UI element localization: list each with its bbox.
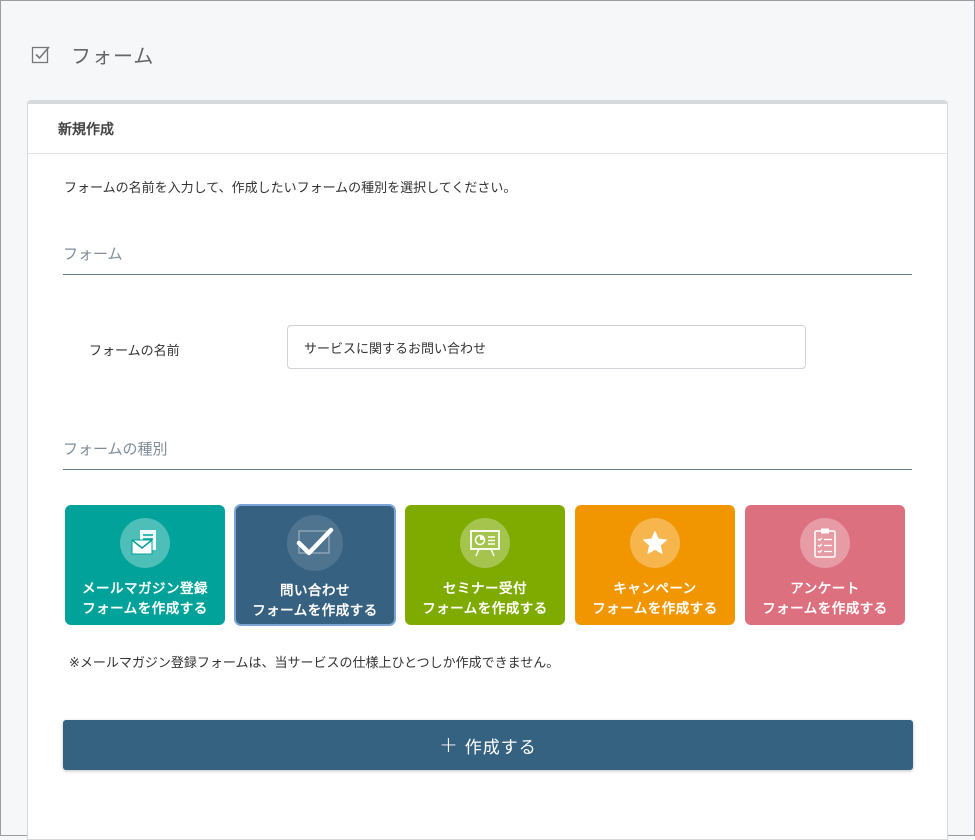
instruction-text: フォームの名前を入力して、作成したいフォームの種別を選択してください。 bbox=[64, 181, 517, 196]
form-type-campaign-button[interactable]: キャンペーン フォームを作成する bbox=[575, 505, 735, 625]
new-form-card: 新規作成 フォームの名前を入力して、作成したいフォームの種別を選択してください。… bbox=[27, 100, 948, 840]
form-type-label: セミナー受付 bbox=[442, 581, 527, 597]
form-type-sublabel: フォームを作成する bbox=[82, 601, 208, 617]
presentation-board-icon bbox=[470, 530, 500, 557]
plus-icon: + bbox=[439, 732, 459, 758]
form-name-input[interactable] bbox=[287, 325, 806, 369]
form-type-sublabel: フォームを作成する bbox=[252, 603, 378, 619]
form-type-inquiry-button[interactable]: 問い合わせ フォームを作成する bbox=[234, 504, 396, 626]
card-title: 新規作成 bbox=[28, 104, 947, 154]
form-type-seminar-button[interactable]: セミナー受付 フォームを作成する bbox=[405, 505, 565, 625]
create-button[interactable]: + 作成する bbox=[63, 720, 913, 770]
form-type-label: アンケート bbox=[790, 581, 860, 597]
section-title-form-type: フォームの種別 bbox=[63, 438, 912, 470]
newsletter-limit-note: ※メールマガジン登録フォームは、当サービスの仕様上ひとつしか作成できません。 bbox=[69, 656, 560, 671]
clipboard-checklist-icon bbox=[814, 528, 836, 558]
form-type-survey-button[interactable]: アンケート フォームを作成する bbox=[745, 505, 905, 625]
form-type-options: メールマガジン登録 フォームを作成する 問い合わせ フォームを作成する セミナー… bbox=[65, 504, 905, 626]
form-type-label: キャンペーン bbox=[613, 581, 697, 597]
create-button-label: 作成する bbox=[464, 737, 537, 758]
section-title-form: フォーム bbox=[63, 243, 912, 275]
newsletter-icon bbox=[131, 530, 156, 555]
form-type-newsletter-button[interactable]: メールマガジン登録 フォームを作成する bbox=[65, 505, 225, 625]
form-type-label: 問い合わせ bbox=[279, 583, 350, 599]
star-icon bbox=[643, 531, 667, 554]
form-type-sublabel: フォームを作成する bbox=[592, 601, 718, 617]
form-type-label: メールマガジン登録 bbox=[82, 581, 208, 597]
form-type-sublabel: フォームを作成する bbox=[762, 601, 888, 617]
page-header: フォーム bbox=[31, 40, 154, 68]
form-type-sublabel: フォームを作成する bbox=[422, 601, 548, 617]
page-title: フォーム bbox=[71, 43, 155, 68]
checkmark-icon bbox=[296, 527, 334, 556]
checkbox-checked-icon bbox=[31, 46, 50, 64]
form-name-label: フォームの名前 bbox=[89, 344, 180, 359]
